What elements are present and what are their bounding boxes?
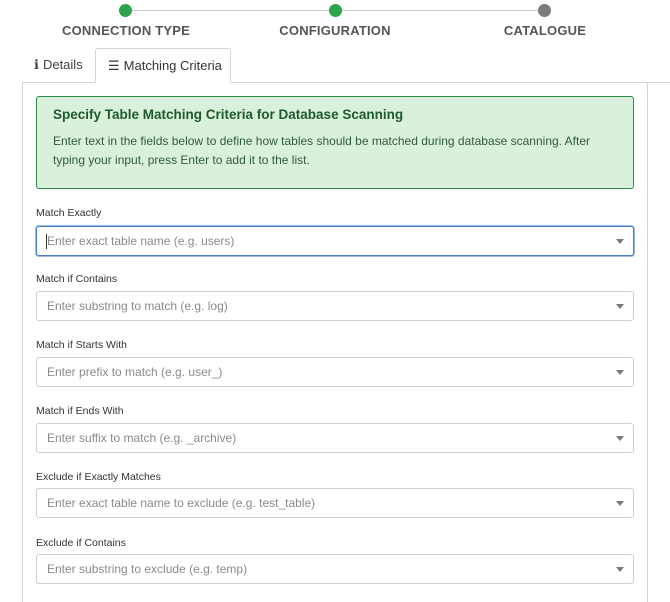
chevron-down-icon[interactable] bbox=[616, 501, 624, 506]
match-exactly-select[interactable] bbox=[36, 226, 634, 256]
match-contains-label: Match if Contains bbox=[36, 273, 118, 285]
tab-bar: ℹ Details ☰ Matching Criteria bbox=[22, 48, 670, 83]
step-complete-icon bbox=[119, 4, 132, 17]
step-pending-icon bbox=[538, 4, 551, 17]
match-starts-with-input[interactable] bbox=[37, 358, 597, 386]
list-icon: ☰ bbox=[108, 58, 120, 73]
match-starts-with-select[interactable] bbox=[36, 357, 634, 387]
match-contains-input[interactable] bbox=[37, 292, 597, 320]
info-text: Enter text in the fields below to define… bbox=[53, 134, 591, 167]
match-ends-with-select[interactable] bbox=[36, 423, 634, 453]
chevron-down-icon[interactable] bbox=[616, 567, 624, 572]
tab-details[interactable]: ℹ Details bbox=[22, 48, 94, 81]
exclude-contains-select[interactable] bbox=[36, 554, 634, 584]
match-exactly-label: Match Exactly bbox=[36, 207, 102, 219]
match-starts-with-label: Match if Starts With bbox=[36, 339, 128, 351]
exclude-contains-label: Exclude if Contains bbox=[36, 537, 126, 549]
chevron-down-icon[interactable] bbox=[616, 370, 624, 375]
chevron-down-icon[interactable] bbox=[616, 304, 624, 309]
match-ends-with-label: Match if Ends With bbox=[36, 405, 124, 417]
chevron-down-icon[interactable] bbox=[616, 239, 624, 244]
tab-label: Details bbox=[42, 57, 83, 72]
tab-matching-criteria[interactable]: ☰ Matching Criteria bbox=[95, 48, 231, 83]
match-exactly-input[interactable] bbox=[37, 227, 597, 255]
step-complete-icon bbox=[329, 4, 342, 17]
exclude-contains-input[interactable] bbox=[37, 555, 597, 583]
step-label-connection-type[interactable]: CONNECTION TYPE bbox=[62, 23, 190, 38]
stepper-connector bbox=[131, 10, 329, 11]
info-icon: ℹ bbox=[34, 57, 39, 72]
tab-label: Matching Criteria bbox=[123, 58, 222, 73]
stepper: CONNECTION TYPE CONFIGURATION CATALOGUE bbox=[0, 0, 670, 44]
exclude-exact-select[interactable] bbox=[36, 488, 634, 518]
stepper-connector bbox=[341, 10, 538, 11]
step-label-catalogue[interactable]: CATALOGUE bbox=[504, 23, 586, 38]
step-label-configuration[interactable]: CONFIGURATION bbox=[279, 23, 390, 38]
info-alert: Specify Table Matching Criteria for Data… bbox=[36, 96, 634, 189]
match-contains-select[interactable] bbox=[36, 291, 634, 321]
info-title: Specify Table Matching Criteria for Data… bbox=[53, 107, 404, 122]
exclude-exact-label: Exclude if Exactly Matches bbox=[36, 471, 161, 483]
chevron-down-icon[interactable] bbox=[616, 436, 624, 441]
match-ends-with-input[interactable] bbox=[37, 424, 597, 452]
exclude-exact-input[interactable] bbox=[37, 489, 597, 517]
